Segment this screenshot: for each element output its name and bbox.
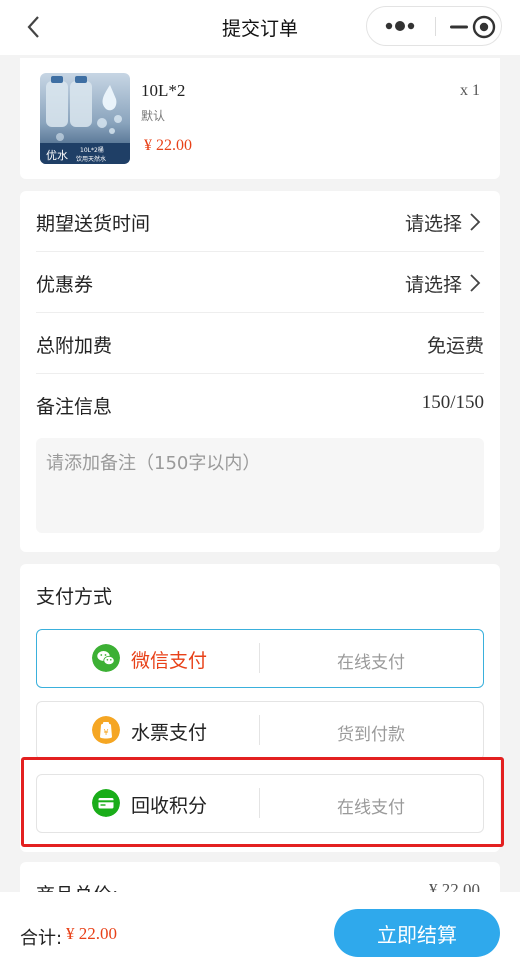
product-quantity: x 1: [460, 82, 480, 99]
payment-option-points[interactable]: 回收积分 在线支付: [36, 774, 484, 833]
order-info-card: 期望送货时间 请选择 优惠券 请选择 总附加费 免运费 备注信息 150/150: [20, 191, 500, 552]
remark-textarea[interactable]: [36, 438, 484, 533]
extra-fee-row: 总附加费 免运费: [36, 313, 484, 374]
delivery-time-row[interactable]: 期望送货时间 请选择: [36, 191, 484, 252]
product-price: ¥ 22.00: [144, 137, 192, 154]
coupon-label: 优惠券: [36, 274, 94, 296]
product-spec: 默认: [141, 109, 166, 123]
product-image-brand: 优水: [46, 149, 68, 162]
minimize-icon[interactable]: [447, 16, 471, 38]
nav-bar: 提交订单: [0, 0, 520, 55]
payment-card: 支付方式 微信支付 在线支付 ¥ 水票支付 货到付款 回收积分 在线支付: [20, 564, 500, 852]
product-card: 优水 10L*2桶 饮用天然水 10L*2 默认 ¥ 22.00 x 1: [20, 58, 500, 179]
payment-name: 微信支付: [131, 650, 208, 672]
payment-desc: 在线支付: [337, 798, 405, 818]
product-image: 优水 10L*2桶 饮用天然水: [40, 73, 130, 164]
more-dots-icon[interactable]: [383, 15, 419, 37]
capsule-divider: [435, 17, 436, 36]
product-name: 10L*2: [141, 81, 186, 100]
total-value: ¥ 22.00: [66, 924, 117, 943]
total-label: 合计:: [20, 928, 63, 949]
payment-option-water-ticket[interactable]: ¥ 水票支付 货到付款: [36, 701, 484, 760]
chevron-right-icon: [470, 213, 481, 231]
payment-option-wechat[interactable]: 微信支付 在线支付: [36, 629, 484, 688]
wechat-icon: [92, 644, 120, 672]
checkout-button[interactable]: 立即结算: [334, 909, 500, 957]
points-card-icon: [92, 789, 120, 817]
coupon-row[interactable]: 优惠券 请选择: [36, 252, 484, 313]
remark-row: 备注信息 150/150: [36, 374, 484, 435]
payment-title: 支付方式: [36, 586, 113, 608]
checkout-bar: 合计: ¥ 22.00 立即结算: [0, 892, 520, 974]
payment-name: 水票支付: [131, 722, 208, 744]
chevron-right-icon: [470, 274, 481, 292]
product-image-line1: 10L*2桶: [80, 146, 104, 154]
delivery-time-label: 期望送货时间: [36, 213, 151, 235]
payment-desc: 在线支付: [337, 653, 405, 673]
product-image-line2: 饮用天然水: [76, 155, 106, 163]
extra-fee-value: 免运费: [426, 335, 484, 357]
remark-counter: 150/150: [421, 392, 484, 413]
payment-name: 回收积分: [131, 795, 208, 817]
svg-text:¥: ¥: [103, 728, 108, 737]
delivery-time-value: 请选择: [404, 213, 462, 235]
water-ticket-icon: ¥: [92, 716, 120, 744]
mini-program-capsule: [366, 6, 502, 46]
payment-desc: 货到付款: [337, 725, 405, 745]
coupon-value: 请选择: [404, 274, 462, 296]
remark-label: 备注信息: [36, 396, 113, 418]
extra-fee-label: 总附加费: [36, 335, 113, 357]
close-target-icon[interactable]: [471, 14, 497, 40]
